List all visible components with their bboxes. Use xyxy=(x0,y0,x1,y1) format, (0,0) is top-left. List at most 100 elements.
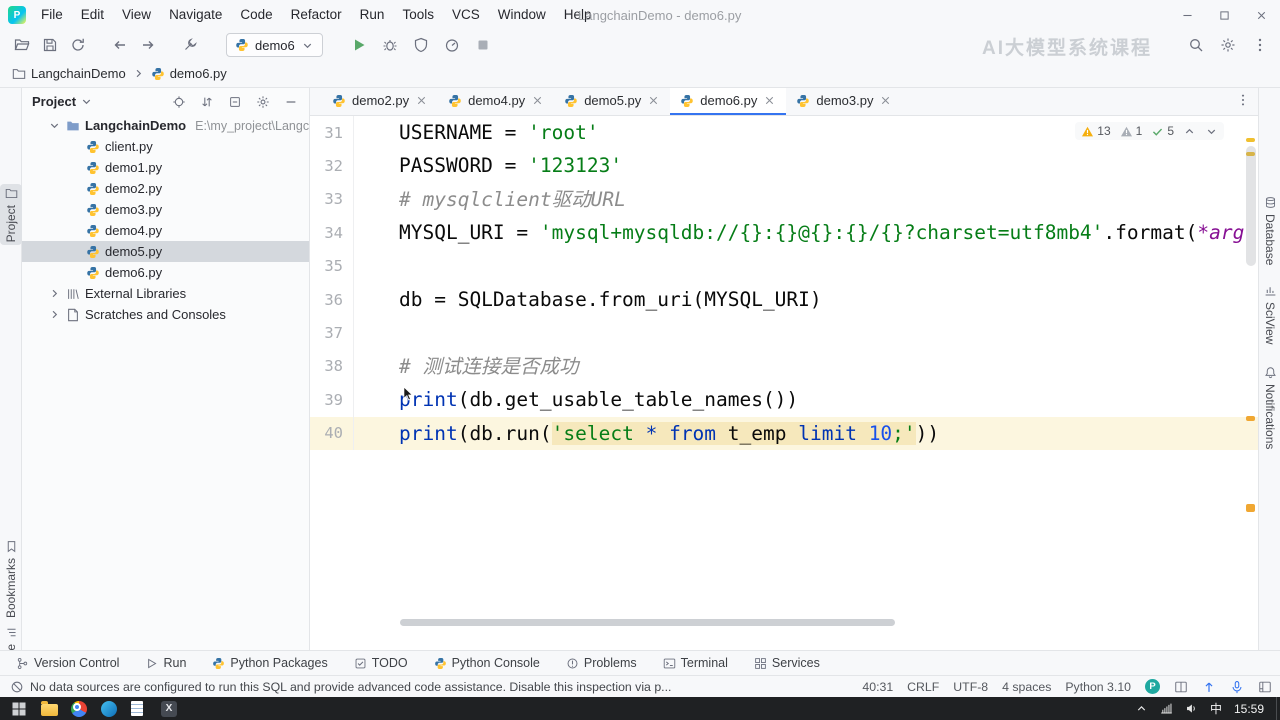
toolwindow-services[interactable]: Services xyxy=(754,656,820,670)
stripe-sciview[interactable]: SciView xyxy=(1259,284,1280,344)
network-icon[interactable] xyxy=(1160,702,1173,715)
menu-navigate[interactable]: Navigate xyxy=(160,0,231,30)
toolwindow-python-packages[interactable]: Python Packages xyxy=(212,656,328,670)
tab-demo3[interactable]: demo3.py xyxy=(786,88,902,115)
menu-run[interactable]: Run xyxy=(351,0,394,30)
horizontal-scrollbar[interactable] xyxy=(400,619,895,626)
status-4-spaces[interactable]: 4 spaces xyxy=(1002,680,1051,694)
code-line-39[interactable]: 39 print(db.get_usable_table_names()) xyxy=(310,383,1258,417)
close-icon[interactable] xyxy=(647,94,660,107)
volume-icon[interactable] xyxy=(1185,702,1198,715)
sort-button[interactable] xyxy=(195,90,219,114)
close-icon[interactable] xyxy=(1255,9,1268,22)
external-tools-button[interactable] xyxy=(178,33,202,57)
menu-view[interactable]: View xyxy=(113,0,160,30)
update-icon[interactable] xyxy=(1202,680,1216,694)
toolwindow-todo[interactable]: TODO xyxy=(354,656,408,670)
menu-code[interactable]: Code xyxy=(231,0,281,30)
close-icon[interactable] xyxy=(531,94,544,107)
weak-warnings-count[interactable]: 1 xyxy=(1120,124,1142,138)
chevron-down-icon[interactable] xyxy=(48,119,61,132)
status-40-31[interactable]: 40:31 xyxy=(862,680,893,694)
stop-button[interactable] xyxy=(471,33,495,57)
toolwindow-version-control[interactable]: Version Control xyxy=(16,656,119,670)
close-icon[interactable] xyxy=(763,94,776,107)
tab-demo4[interactable]: demo4.py xyxy=(438,88,554,115)
split-icon[interactable] xyxy=(1174,680,1188,694)
profiler-button[interactable] xyxy=(440,33,464,57)
open-folder-button[interactable] xyxy=(10,33,34,57)
back-button[interactable] xyxy=(108,33,132,57)
run-configuration-select[interactable]: demo6 xyxy=(226,33,323,57)
interpreter-widget-icon[interactable]: P xyxy=(1145,679,1160,694)
tab-demo5[interactable]: demo5.py xyxy=(554,88,670,115)
warnings-count[interactable]: 13 xyxy=(1081,124,1111,138)
toolwindow-terminal[interactable]: Terminal xyxy=(663,656,728,670)
prev-problem-icon[interactable] xyxy=(1183,125,1196,138)
toolwindow-python-console[interactable]: Python Console xyxy=(434,656,540,670)
menu-file[interactable]: File xyxy=(32,0,72,30)
status-message[interactable]: No data sources are configured to run th… xyxy=(30,680,671,694)
run-button[interactable] xyxy=(347,33,371,57)
code-line-38[interactable]: 38 # 测试连接是否成功 xyxy=(310,349,1258,384)
tree-file-demo2[interactable]: demo2.py xyxy=(22,178,309,199)
tree-file-client[interactable]: client.py xyxy=(22,136,309,157)
more-button[interactable] xyxy=(1248,33,1272,57)
collapse-button[interactable] xyxy=(223,90,247,114)
scrollbar-warning-mark[interactable] xyxy=(1246,504,1255,512)
stripe-project[interactable]: Project xyxy=(0,184,22,246)
settings-button[interactable] xyxy=(1216,33,1240,57)
toolwindow-problems[interactable]: Problems xyxy=(566,656,637,670)
code-line-40[interactable]: 40 print(db.run('select * from t_emp limi… xyxy=(310,416,1258,450)
microphone-icon[interactable] xyxy=(1230,680,1244,694)
toolwindow-run[interactable]: Run xyxy=(145,656,186,670)
maximize-icon[interactable] xyxy=(1218,9,1231,22)
menu-edit[interactable]: Edit xyxy=(72,0,113,30)
menu-window[interactable]: Window xyxy=(489,0,555,30)
doc-icon[interactable] xyxy=(124,697,154,720)
tree-file-demo4[interactable]: demo4.py xyxy=(22,220,309,241)
scrollbar-warning-mark[interactable] xyxy=(1246,416,1255,421)
menu-tools[interactable]: Tools xyxy=(393,0,443,30)
menu-refactor[interactable]: Refactor xyxy=(282,0,351,30)
next-problem-icon[interactable] xyxy=(1205,125,1218,138)
chrome-icon[interactable] xyxy=(64,697,94,720)
code-line-35[interactable]: 35 xyxy=(310,249,1258,283)
status-Python-3.10[interactable]: Python 3.10 xyxy=(1065,680,1131,694)
breadcrumb-item-demo6.py[interactable]: demo6.py xyxy=(151,66,227,81)
explorer-icon[interactable] xyxy=(34,697,64,720)
tab-options-icon[interactable] xyxy=(1236,93,1250,107)
tree-file-demo5[interactable]: demo5.py xyxy=(22,241,309,262)
project-panel-title[interactable]: Project xyxy=(32,94,76,109)
tree-node-scratches-and-consoles[interactable]: Scratches and Consoles xyxy=(22,304,309,325)
settings-button[interactable] xyxy=(251,90,275,114)
chevron-right-icon[interactable] xyxy=(48,308,61,321)
tree-node-external-libraries[interactable]: External Libraries xyxy=(22,283,309,304)
breadcrumb-item-LangchainDemo[interactable]: LangchainDemo xyxy=(12,66,126,81)
tab-demo2[interactable]: demo2.py xyxy=(322,88,438,115)
scrollbar-warning-mark[interactable] xyxy=(1246,138,1255,142)
chevron-down-icon[interactable] xyxy=(80,95,93,108)
coverage-button[interactable] xyxy=(409,33,433,57)
code-line-33[interactable]: 33 # mysqlclient驱动URL xyxy=(310,182,1258,217)
sync-button[interactable] xyxy=(66,33,90,57)
layout-icon[interactable] xyxy=(1258,680,1272,694)
vertical-scrollbar[interactable] xyxy=(1246,146,1256,266)
minimize-icon[interactable] xyxy=(1181,9,1194,22)
app-x-icon[interactable]: X xyxy=(154,697,184,720)
stripe-bookmarks[interactable]: Bookmarks xyxy=(0,540,22,618)
tree-root-row[interactable]: LangchainDemo E:\my_project\Langc xyxy=(22,115,309,136)
tree-file-demo1[interactable]: demo1.py xyxy=(22,157,309,178)
code-line-36[interactable]: 36 db = SQLDatabase.from_uri(MYSQL_URI) xyxy=(310,282,1258,317)
forward-button[interactable] xyxy=(136,33,160,57)
tree-file-demo6[interactable]: demo6.py xyxy=(22,262,309,283)
inspections-widget[interactable]: 13 1 5 xyxy=(1075,122,1224,140)
start-button[interactable] xyxy=(4,697,34,720)
clock[interactable]: 15:59 xyxy=(1234,702,1264,716)
chevron-right-icon[interactable] xyxy=(48,287,61,300)
input-language-indicator[interactable]: 中 xyxy=(1210,700,1222,717)
pycharm-logo-icon[interactable]: P xyxy=(8,6,26,24)
close-icon[interactable] xyxy=(879,94,892,107)
code-line-37[interactable]: 37 xyxy=(310,316,1258,350)
target-button[interactable] xyxy=(167,90,191,114)
